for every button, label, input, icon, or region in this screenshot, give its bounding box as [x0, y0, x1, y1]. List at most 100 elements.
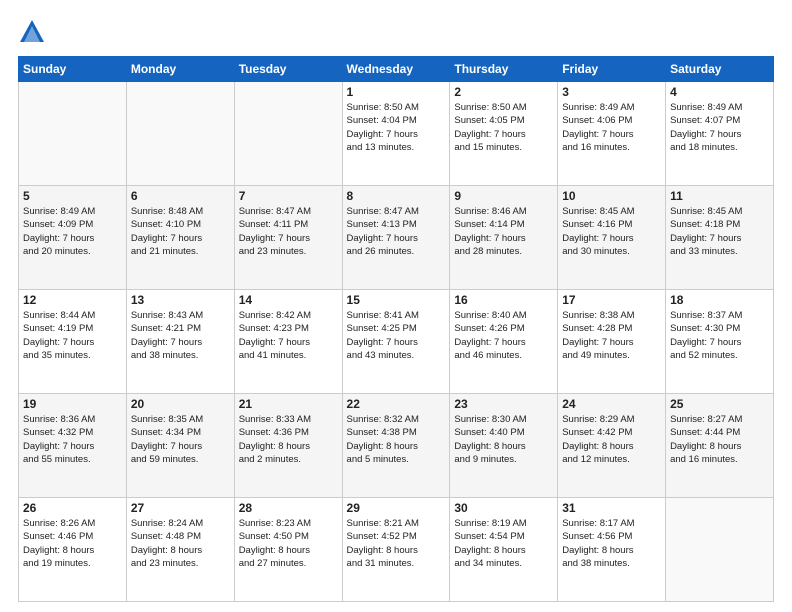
day-number-1: 1: [347, 85, 446, 99]
logo-icon: [18, 18, 46, 46]
day-cell-8: 8 Sunrise: 8:47 AM Sunset: 4:13 PM Daylig…: [342, 186, 450, 290]
day-cell-4: 4Sunrise: 8:49 AM Sunset: 4:07 PM Daylig…: [666, 82, 774, 186]
day-number-5: 5: [23, 189, 122, 203]
day-info-5: Sunrise: 8:49 AM Sunset: 4:09 PM Dayligh…: [23, 205, 122, 258]
day-cell-22: 22 Sunrise: 8:32 AM Sunset: 4:38 PM Dayli…: [342, 394, 450, 498]
week-row-1: 1 Sunrise: 8:50 AM Sunset: 4:04 PM Daylig…: [19, 82, 774, 186]
day-cell-26: 26 Sunrise: 8:26 AM Sunset: 4:46 PM Dayli…: [19, 498, 127, 602]
day-cell-19: 19 Sunrise: 8:36 AM Sunset: 4:32 PM Dayli…: [19, 394, 127, 498]
day-cell-6: 6Sunrise: 8:48 AM Sunset: 4:10 PM Daylig…: [126, 186, 234, 290]
day-info-15: Sunrise: 8:41 AM Sunset: 4:25 PM Dayligh…: [347, 309, 446, 362]
weekday-header-wednesday: Wednesday: [342, 57, 450, 82]
day-number-11: 11: [670, 189, 769, 203]
day-info-13: Sunrise: 8:43 AM Sunset: 4:21 PM Dayligh…: [131, 309, 230, 362]
day-info-11: Sunrise: 8:45 AM Sunset: 4:18 PM Dayligh…: [670, 205, 769, 258]
day-number-14: 14: [239, 293, 338, 307]
day-cell-5: 5 Sunrise: 8:49 AM Sunset: 4:09 PM Daylig…: [19, 186, 127, 290]
calendar: SundayMondayTuesdayWednesdayThursdayFrid…: [18, 56, 774, 602]
day-cell-15: 15Sunrise: 8:41 AM Sunset: 4:25 PM Dayli…: [342, 290, 450, 394]
empty-cell: [234, 82, 342, 186]
week-row-3: 12 Sunrise: 8:44 AM Sunset: 4:19 PM Dayli…: [19, 290, 774, 394]
day-info-28: Sunrise: 8:23 AM Sunset: 4:50 PM Dayligh…: [239, 517, 338, 570]
empty-cell: [19, 82, 127, 186]
day-number-2: 2: [454, 85, 553, 99]
weekday-header-saturday: Saturday: [666, 57, 774, 82]
day-number-13: 13: [131, 293, 230, 307]
day-cell-11: 11 Sunrise: 8:45 AM Sunset: 4:18 PM Dayli…: [666, 186, 774, 290]
calendar-body: 1 Sunrise: 8:50 AM Sunset: 4:04 PM Daylig…: [19, 82, 774, 602]
day-cell-25: 25Sunrise: 8:27 AM Sunset: 4:44 PM Dayli…: [666, 394, 774, 498]
week-row-2: 5 Sunrise: 8:49 AM Sunset: 4:09 PM Daylig…: [19, 186, 774, 290]
day-number-3: 3: [562, 85, 661, 99]
day-cell-17: 17Sunrise: 8:38 AM Sunset: 4:28 PM Dayli…: [558, 290, 666, 394]
day-info-17: Sunrise: 8:38 AM Sunset: 4:28 PM Dayligh…: [562, 309, 661, 362]
day-info-25: Sunrise: 8:27 AM Sunset: 4:44 PM Dayligh…: [670, 413, 769, 466]
day-info-12: Sunrise: 8:44 AM Sunset: 4:19 PM Dayligh…: [23, 309, 122, 362]
day-number-16: 16: [454, 293, 553, 307]
day-info-8: Sunrise: 8:47 AM Sunset: 4:13 PM Dayligh…: [347, 205, 446, 258]
day-cell-30: 30 Sunrise: 8:19 AM Sunset: 4:54 PM Dayli…: [450, 498, 558, 602]
day-number-9: 9: [454, 189, 553, 203]
day-cell-16: 16Sunrise: 8:40 AM Sunset: 4:26 PM Dayli…: [450, 290, 558, 394]
day-cell-21: 21Sunrise: 8:33 AM Sunset: 4:36 PM Dayli…: [234, 394, 342, 498]
day-cell-28: 28 Sunrise: 8:23 AM Sunset: 4:50 PM Dayli…: [234, 498, 342, 602]
day-cell-27: 27Sunrise: 8:24 AM Sunset: 4:48 PM Dayli…: [126, 498, 234, 602]
empty-cell: [126, 82, 234, 186]
weekday-header-friday: Friday: [558, 57, 666, 82]
day-number-20: 20: [131, 397, 230, 411]
day-info-9: Sunrise: 8:46 AM Sunset: 4:14 PM Dayligh…: [454, 205, 553, 258]
day-info-18: Sunrise: 8:37 AM Sunset: 4:30 PM Dayligh…: [670, 309, 769, 362]
day-cell-18: 18 Sunrise: 8:37 AM Sunset: 4:30 PM Dayli…: [666, 290, 774, 394]
day-number-31: 31: [562, 501, 661, 515]
week-row-5: 26 Sunrise: 8:26 AM Sunset: 4:46 PM Dayli…: [19, 498, 774, 602]
day-number-24: 24: [562, 397, 661, 411]
day-info-14: Sunrise: 8:42 AM Sunset: 4:23 PM Dayligh…: [239, 309, 338, 362]
calendar-header: SundayMondayTuesdayWednesdayThursdayFrid…: [19, 57, 774, 82]
day-number-26: 26: [23, 501, 122, 515]
day-cell-9: 9 Sunrise: 8:46 AM Sunset: 4:14 PM Daylig…: [450, 186, 558, 290]
day-cell-2: 2Sunrise: 8:50 AM Sunset: 4:05 PM Daylig…: [450, 82, 558, 186]
day-info-30: Sunrise: 8:19 AM Sunset: 4:54 PM Dayligh…: [454, 517, 553, 570]
day-info-1: Sunrise: 8:50 AM Sunset: 4:04 PM Dayligh…: [347, 101, 446, 154]
day-cell-31: 31 Sunrise: 8:17 AM Sunset: 4:56 PM Dayli…: [558, 498, 666, 602]
day-cell-23: 23 Sunrise: 8:30 AM Sunset: 4:40 PM Dayli…: [450, 394, 558, 498]
day-number-23: 23: [454, 397, 553, 411]
day-info-10: Sunrise: 8:45 AM Sunset: 4:16 PM Dayligh…: [562, 205, 661, 258]
day-info-4: Sunrise: 8:49 AM Sunset: 4:07 PM Dayligh…: [670, 101, 769, 154]
day-info-22: Sunrise: 8:32 AM Sunset: 4:38 PM Dayligh…: [347, 413, 446, 466]
day-number-8: 8: [347, 189, 446, 203]
day-cell-12: 12 Sunrise: 8:44 AM Sunset: 4:19 PM Dayli…: [19, 290, 127, 394]
day-number-30: 30: [454, 501, 553, 515]
weekday-header-monday: Monday: [126, 57, 234, 82]
day-info-26: Sunrise: 8:26 AM Sunset: 4:46 PM Dayligh…: [23, 517, 122, 570]
day-info-29: Sunrise: 8:21 AM Sunset: 4:52 PM Dayligh…: [347, 517, 446, 570]
day-number-12: 12: [23, 293, 122, 307]
day-info-3: Sunrise: 8:49 AM Sunset: 4:06 PM Dayligh…: [562, 101, 661, 154]
day-number-18: 18: [670, 293, 769, 307]
day-number-29: 29: [347, 501, 446, 515]
day-cell-24: 24Sunrise: 8:29 AM Sunset: 4:42 PM Dayli…: [558, 394, 666, 498]
day-number-21: 21: [239, 397, 338, 411]
day-info-31: Sunrise: 8:17 AM Sunset: 4:56 PM Dayligh…: [562, 517, 661, 570]
day-cell-3: 3 Sunrise: 8:49 AM Sunset: 4:06 PM Daylig…: [558, 82, 666, 186]
day-cell-14: 14 Sunrise: 8:42 AM Sunset: 4:23 PM Dayli…: [234, 290, 342, 394]
day-info-20: Sunrise: 8:35 AM Sunset: 4:34 PM Dayligh…: [131, 413, 230, 466]
day-cell-10: 10Sunrise: 8:45 AM Sunset: 4:16 PM Dayli…: [558, 186, 666, 290]
day-cell-1: 1 Sunrise: 8:50 AM Sunset: 4:04 PM Daylig…: [342, 82, 450, 186]
day-number-22: 22: [347, 397, 446, 411]
day-cell-29: 29 Sunrise: 8:21 AM Sunset: 4:52 PM Dayli…: [342, 498, 450, 602]
day-info-23: Sunrise: 8:30 AM Sunset: 4:40 PM Dayligh…: [454, 413, 553, 466]
day-info-7: Sunrise: 8:47 AM Sunset: 4:11 PM Dayligh…: [239, 205, 338, 258]
day-cell-20: 20 Sunrise: 8:35 AM Sunset: 4:34 PM Dayli…: [126, 394, 234, 498]
day-number-28: 28: [239, 501, 338, 515]
day-number-19: 19: [23, 397, 122, 411]
day-number-7: 7: [239, 189, 338, 203]
weekday-row: SundayMondayTuesdayWednesdayThursdayFrid…: [19, 57, 774, 82]
day-info-19: Sunrise: 8:36 AM Sunset: 4:32 PM Dayligh…: [23, 413, 122, 466]
weekday-header-sunday: Sunday: [19, 57, 127, 82]
empty-cell: [666, 498, 774, 602]
day-cell-13: 13 Sunrise: 8:43 AM Sunset: 4:21 PM Dayli…: [126, 290, 234, 394]
logo: [18, 18, 52, 46]
week-row-4: 19 Sunrise: 8:36 AM Sunset: 4:32 PM Dayli…: [19, 394, 774, 498]
header: [18, 18, 774, 46]
